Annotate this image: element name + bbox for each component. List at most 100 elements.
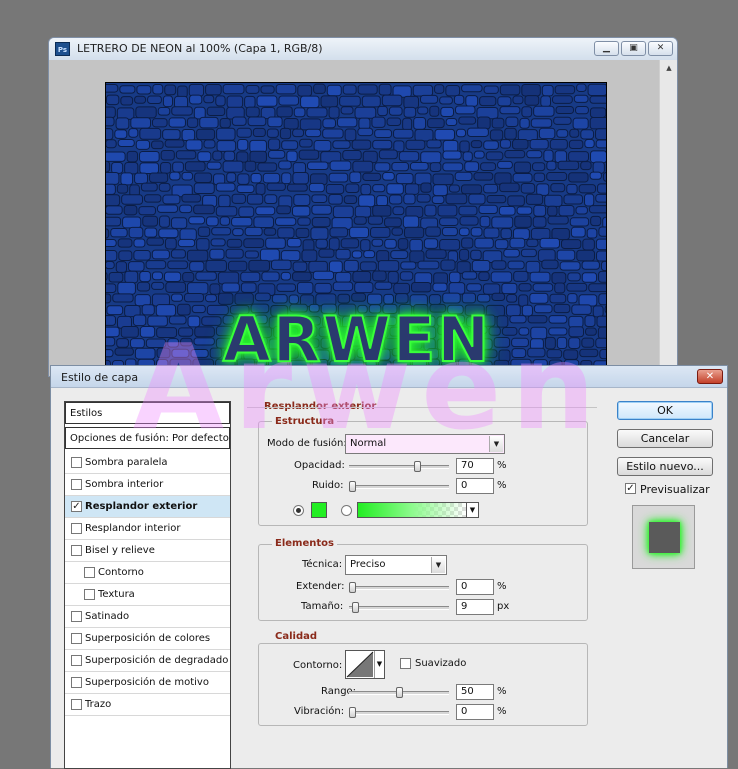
jitter-slider-thumb[interactable] (349, 707, 356, 718)
noise-label: Ruido: (312, 480, 344, 491)
jitter-label: Vibración: (294, 706, 345, 717)
style-item-resplandor-interior[interactable]: Resplandor interior (65, 518, 230, 540)
antialias-checkbox[interactable] (400, 658, 411, 669)
style-item-resplandor-exterior[interactable]: ✓ Resplandor exterior (65, 496, 230, 518)
style-item-checkbox[interactable] (71, 677, 82, 688)
styles-list: Estilos Opciones de fusión: Por defecto … (64, 401, 231, 769)
range-slider[interactable] (349, 687, 449, 698)
style-item-label: Resplandor interior (85, 523, 181, 534)
style-item-label: Sombra paralela (85, 457, 168, 468)
style-item-checkbox[interactable] (71, 611, 82, 622)
jitter-field[interactable]: 0 (456, 704, 494, 720)
minimize-icon: ▁ (603, 43, 610, 53)
size-slider[interactable] (349, 602, 449, 613)
size-unit: px (497, 601, 510, 612)
dialog-title: Estilo de capa (61, 371, 139, 384)
jitter-slider[interactable] (349, 707, 449, 718)
technique-label: Técnica: (302, 559, 343, 570)
size-field[interactable]: 9 (456, 599, 494, 615)
vertical-scrollbar[interactable]: ▲ (659, 60, 677, 376)
photoshop-icon: Ps (55, 42, 70, 56)
blending-options-item[interactable]: Opciones de fusión: Por defecto (65, 427, 230, 449)
range-unit: % (497, 686, 507, 697)
spread-slider[interactable] (349, 582, 449, 593)
contour-picker[interactable]: ▼ (345, 650, 385, 679)
style-item-sombra-paralela[interactable]: Sombra paralela (65, 452, 230, 474)
style-item-checkbox[interactable] (71, 457, 82, 468)
estructura-title: Estructura (272, 416, 338, 427)
contour-label: Contorno: (293, 660, 343, 671)
style-item-checkbox[interactable] (71, 633, 82, 644)
blend-mode-value: Normal (350, 438, 387, 449)
style-item-sombra-interior[interactable]: Sombra interior (65, 474, 230, 496)
blend-mode-label: Modo de fusión: (267, 438, 347, 449)
style-item-label: Sombra interior (85, 479, 164, 490)
technique-value: Preciso (350, 559, 386, 570)
dialog-close-button[interactable]: ✕ (697, 369, 723, 384)
image-canvas[interactable]: ARWEN (105, 82, 607, 376)
style-item-trazo[interactable]: Trazo (65, 694, 230, 716)
styles-header[interactable]: Estilos (65, 402, 230, 424)
range-field[interactable]: 50 (456, 684, 494, 700)
close-button[interactable]: ✕ (648, 41, 673, 56)
style-item-superposicion-de-motivo[interactable]: Superposición de motivo (65, 672, 230, 694)
style-item-satinado[interactable]: Satinado (65, 606, 230, 628)
noise-slider-thumb[interactable] (349, 481, 356, 492)
contour-curve-icon (346, 651, 374, 678)
style-item-checkbox[interactable] (71, 699, 82, 710)
minimize-button[interactable]: ▁ (594, 41, 619, 56)
opacity-slider-thumb[interactable] (414, 461, 422, 472)
style-preview (632, 505, 695, 569)
noise-field[interactable]: 0 (456, 478, 494, 494)
blend-mode-select[interactable]: Normal ▼ (345, 434, 505, 454)
size-slider-thumb[interactable] (352, 602, 360, 613)
style-item-label: Superposición de degradado (85, 655, 229, 666)
dialog-titlebar[interactable]: Estilo de capa ✕ (51, 366, 727, 388)
spread-field[interactable]: 0 (456, 579, 494, 595)
style-item-label: Superposición de motivo (85, 677, 209, 688)
close-icon: ✕ (656, 43, 665, 53)
spread-slider-thumb[interactable] (349, 582, 356, 593)
antialias-label: Suavizado (415, 658, 467, 669)
ok-button[interactable]: OK (617, 401, 713, 420)
preview-swatch (649, 522, 680, 553)
style-item-checkbox[interactable] (84, 567, 95, 578)
style-item-bisel-y-relieve[interactable]: Bisel y relieve (65, 540, 230, 562)
opacity-label: Opacidad: (294, 460, 345, 471)
noise-slider[interactable] (349, 481, 449, 492)
preview-label: Previsualizar (640, 483, 710, 496)
styles-header-label: Estilos (70, 408, 103, 419)
glow-gradient-picker[interactable]: ▼ (357, 502, 479, 518)
style-item-superposicion-de-colores[interactable]: Superposición de colores (65, 628, 230, 650)
chevron-down-icon: ▼ (466, 503, 478, 517)
style-item-label: Contorno (98, 567, 144, 578)
style-item-checkbox[interactable] (71, 523, 82, 534)
glow-color-swatch[interactable] (311, 502, 327, 518)
technique-select[interactable]: Preciso ▼ (345, 555, 447, 575)
noise-unit: % (497, 480, 507, 491)
opacity-slider[interactable] (349, 461, 449, 472)
style-item-checkbox[interactable]: ✓ (71, 501, 82, 512)
blending-options-label: Opciones de fusión: Por defecto (70, 433, 229, 444)
cancel-button[interactable]: Cancelar (617, 429, 713, 448)
document-window: Ps LETRERO DE NEON al 100% (Capa 1, RGB/… (48, 37, 678, 377)
panel-divider (247, 407, 597, 408)
range-slider-thumb[interactable] (395, 687, 403, 698)
document-titlebar[interactable]: Ps LETRERO DE NEON al 100% (Capa 1, RGB/… (49, 38, 677, 60)
style-item-textura[interactable]: Textura (65, 584, 230, 606)
style-item-superposicion-de-degradado[interactable]: Superposición de degradado (65, 650, 230, 672)
style-item-contorno[interactable]: Contorno (65, 562, 230, 584)
spread-unit: % (497, 581, 507, 592)
gradient-radio[interactable] (341, 505, 352, 516)
style-item-checkbox[interactable] (71, 545, 82, 556)
style-item-checkbox[interactable] (84, 589, 95, 600)
scroll-up-arrow-icon[interactable]: ▲ (663, 62, 675, 74)
style-item-label: Textura (98, 589, 135, 600)
maximize-button[interactable]: ▣ (621, 41, 646, 56)
style-item-checkbox[interactable] (71, 479, 82, 490)
new-style-button[interactable]: Estilo nuevo... (617, 457, 713, 476)
preview-checkbox[interactable]: ✓ (625, 483, 636, 494)
opacity-field[interactable]: 70 (456, 458, 494, 474)
solid-color-radio[interactable] (293, 505, 304, 516)
style-item-checkbox[interactable] (71, 655, 82, 666)
